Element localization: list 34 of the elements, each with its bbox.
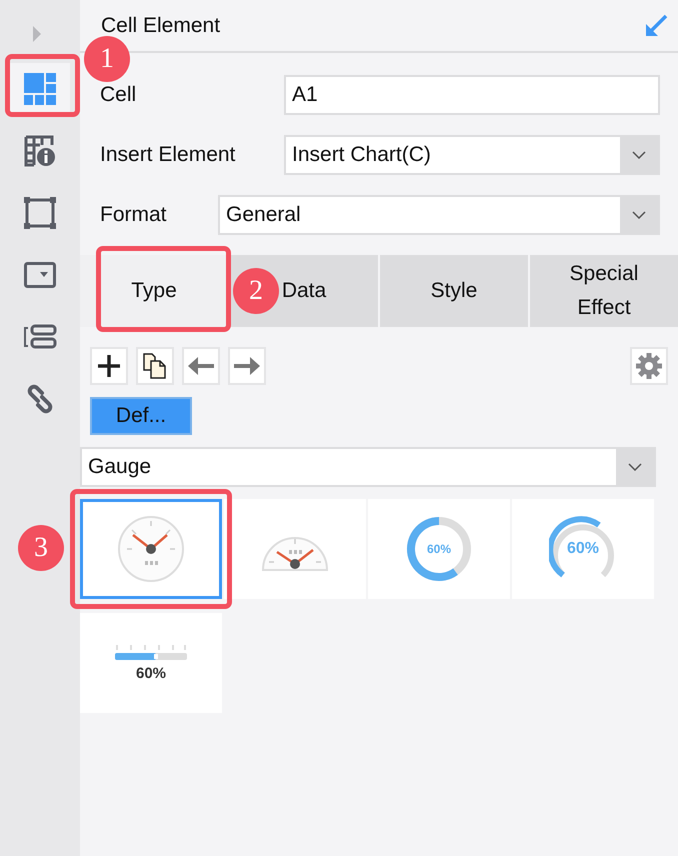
- toolbar-button[interactable]: [136, 347, 174, 385]
- right-arrow-icon: [234, 357, 260, 375]
- dial-gauge-icon: [117, 515, 185, 583]
- field-label: Cell: [100, 83, 138, 107]
- select-field[interactable]: General: [218, 195, 660, 235]
- cell-input[interactable]: A1: [284, 75, 660, 115]
- tab[interactable]: Style: [380, 255, 528, 327]
- left-arrow-icon: [188, 357, 214, 375]
- gauge-style-tile[interactable]: 60%: [80, 613, 222, 713]
- frame-icon: [24, 197, 56, 229]
- chart-type-select[interactable]: Gauge: [80, 447, 656, 487]
- field-label: Insert Element: [100, 143, 236, 167]
- dropdown-box-icon: [24, 262, 56, 288]
- table-info-icon: [24, 135, 56, 167]
- plus-icon: [98, 355, 120, 377]
- caret-icon: [632, 151, 646, 159]
- grid-layout-icon: [24, 73, 56, 105]
- tab[interactable]: Special Effect: [530, 255, 678, 327]
- sidebar-item[interactable]: [10, 63, 70, 115]
- copy-icon: [143, 353, 167, 379]
- caret-icon: [628, 463, 642, 471]
- toolbar-button[interactable]: [90, 347, 128, 385]
- gauge-style-tile[interactable]: [224, 499, 366, 599]
- collapse-arrow-icon[interactable]: [644, 14, 668, 38]
- ring-gauge-icon: 60%: [405, 515, 473, 583]
- settings-button[interactable]: [630, 347, 668, 385]
- gauge-style-tile[interactable]: [80, 499, 222, 599]
- field-label: Format: [100, 203, 168, 227]
- list-layout-icon: [23, 324, 57, 350]
- style-button[interactable]: Def...: [90, 397, 192, 435]
- tab[interactable]: Type: [80, 255, 228, 327]
- caret-icon: [632, 211, 646, 219]
- select-field[interactable]: Insert Chart(C): [284, 135, 660, 175]
- panel-title: Cell Element: [101, 14, 220, 38]
